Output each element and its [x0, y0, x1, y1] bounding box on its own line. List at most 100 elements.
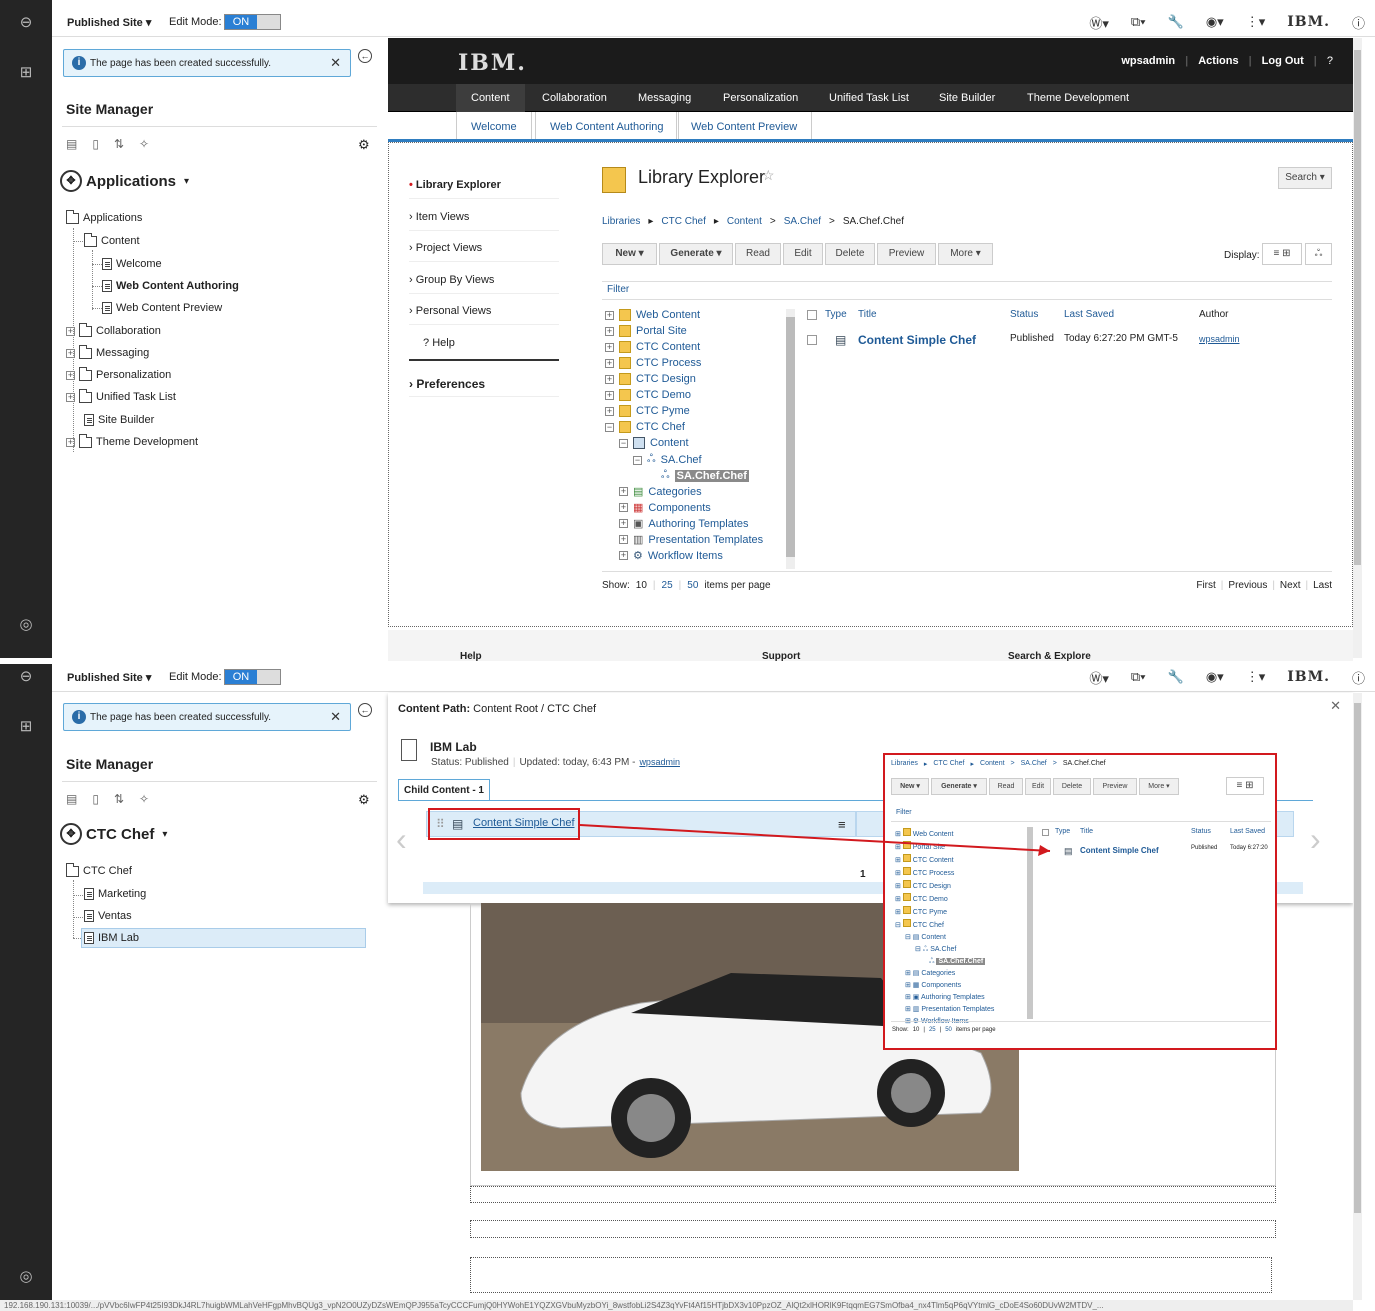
tree-item-unified-task-list[interactable]: + Unified Task List — [66, 388, 176, 403]
ctc-chef-heading[interactable]: ✥ CTC Chef ▾ — [60, 823, 167, 845]
tree-item-site-builder[interactable]: Site Builder — [84, 414, 154, 426]
tree-content[interactable]: − Content — [619, 437, 689, 449]
next-link[interactable]: Next — [1280, 580, 1301, 591]
add-page-icon[interactable]: ⊞ — [17, 718, 35, 736]
tree-item-collaboration[interactable]: + Collaboration — [66, 322, 161, 337]
tab-web-content-authoring[interactable]: Web Content Authoring — [535, 112, 679, 139]
close-icon[interactable]: ✕ — [330, 55, 341, 71]
tab-web-content-preview[interactable]: Web Content Preview — [676, 112, 813, 139]
move-icon[interactable]: ⇅ — [114, 137, 124, 151]
info-icon[interactable]: ⓘ — [1352, 668, 1365, 687]
tree-item-ibm-lab[interactable]: IBM Lab — [84, 932, 139, 944]
col-type[interactable]: Type — [825, 309, 847, 320]
search-button[interactable]: Search ▾ — [1278, 167, 1332, 189]
tree-sa-chef[interactable]: − ஃ SA.Chef — [633, 453, 702, 467]
tree-sa-chef-chef[interactable]: ஃ SA.Chef.Chef — [661, 469, 749, 483]
tree-ctc-chef[interactable]: − CTC Chef — [605, 421, 685, 433]
tree-item-ventas[interactable]: Ventas — [84, 910, 132, 922]
col-last-saved[interactable]: Last Saved — [1064, 309, 1114, 320]
nav-item-views[interactable]: › Item Views — [409, 201, 559, 231]
tree-item-content[interactable]: Content — [84, 232, 140, 247]
tree-scrollbar[interactable] — [786, 309, 795, 569]
nav-personalization[interactable]: Personalization — [723, 92, 798, 104]
page-scrollbar-bottom[interactable] — [1353, 693, 1362, 1300]
display-tree-toggle[interactable]: ஃ — [1305, 243, 1332, 265]
published-site-menu[interactable]: Published Site ▾ — [67, 16, 151, 29]
tree-web-content[interactable]: + Web Content — [605, 309, 700, 321]
settings-icon[interactable]: ⚙ — [358, 792, 370, 808]
tree-item-theme-development[interactable]: + Theme Development — [66, 433, 198, 448]
tree-ctc-content[interactable]: + CTC Content — [605, 341, 700, 353]
row-checkbox[interactable] — [807, 335, 817, 345]
expand-icon[interactable]: + — [66, 370, 75, 380]
wrench-icon[interactable]: 🔧 — [1168, 669, 1184, 685]
last-link[interactable]: Last — [1313, 580, 1332, 591]
tree-item-web-content-authoring[interactable]: Web Content Authoring — [102, 280, 239, 292]
edit-mode-toggle[interactable]: ON — [224, 14, 281, 30]
scroll-thumb[interactable] — [786, 317, 795, 557]
tree-item-web-content-preview[interactable]: Web Content Preview — [102, 302, 222, 314]
tree-presentation-templates[interactable]: + ▥ Presentation Templates — [619, 533, 763, 546]
nav-unified-task-list[interactable]: Unified Task List — [829, 92, 909, 104]
more-icon[interactable]: ⋮▾ — [1246, 14, 1266, 30]
row-author-link[interactable]: wpsadmin — [1199, 334, 1240, 344]
updated-user-link[interactable]: wpsadmin — [639, 757, 680, 768]
new-button[interactable]: New ▾ — [602, 243, 657, 265]
crumb-libraries[interactable]: Libraries — [602, 216, 640, 227]
more-icon[interactable]: ⋮▾ — [1246, 669, 1266, 685]
page-size-25[interactable]: 25 — [662, 580, 673, 591]
tree-components[interactable]: + ▦ Components — [619, 501, 711, 514]
previous-link[interactable]: Previous — [1228, 580, 1267, 591]
tree-ctc-pyme[interactable]: + CTC Pyme — [605, 405, 690, 417]
published-site-menu[interactable]: Published Site ▾ — [67, 671, 151, 684]
edit-mode-toggle[interactable]: ON — [224, 669, 281, 685]
row-title-link[interactable]: Content Simple Chef — [858, 333, 976, 347]
col-status[interactable]: Status — [1010, 309, 1038, 320]
nav-library-explorer[interactable]: • Library Explorer — [409, 169, 559, 199]
nav-help[interactable]: ? Help — [409, 327, 559, 361]
tree-item-messaging[interactable]: + Messaging — [66, 344, 149, 359]
sparkle-icon[interactable]: ✧ — [139, 792, 149, 806]
nav-content[interactable]: Content — [456, 84, 525, 112]
new-item-icon[interactable]: ▯ — [92, 137, 99, 151]
logout-link[interactable]: Log Out — [1262, 55, 1304, 67]
scroll-thumb[interactable] — [1354, 50, 1361, 565]
nav-theme-development[interactable]: Theme Development — [1027, 92, 1129, 104]
expand-icon[interactable]: + — [66, 392, 75, 402]
info-icon[interactable]: ⓘ — [1352, 13, 1365, 32]
next-arrow-icon[interactable]: › — [1310, 821, 1321, 858]
nav-project-views[interactable]: › Project Views — [409, 232, 559, 262]
page-size-50[interactable]: 50 — [687, 580, 698, 591]
tree-item-welcome[interactable]: Welcome — [102, 258, 162, 270]
nav-messaging[interactable]: Messaging — [638, 92, 691, 104]
tree-ctc-process[interactable]: + CTC Process — [605, 357, 701, 369]
crumb-sa-chef[interactable]: SA.Chef — [784, 216, 821, 227]
more-button[interactable]: More ▾ — [938, 243, 993, 265]
nav-collaboration[interactable]: Collaboration — [542, 92, 607, 104]
layout-icon[interactable]: ⧉▾ — [1131, 14, 1146, 30]
col-title[interactable]: Title — [858, 309, 877, 320]
layout-icon[interactable]: ⧉▾ — [1131, 669, 1146, 685]
expand-icon[interactable]: + — [66, 437, 75, 447]
first-link[interactable]: First — [1196, 580, 1215, 591]
tree-ctc-design[interactable]: + CTC Design — [605, 373, 696, 385]
view-icon[interactable]: ◉▾ — [1206, 669, 1224, 685]
help-ring-icon[interactable]: ◎ — [17, 616, 35, 634]
tree-categories[interactable]: + ▤ Categories — [619, 485, 702, 498]
applications-heading[interactable]: ✥ Applications ▾ — [60, 170, 189, 192]
tree-authoring-templates[interactable]: + ▣ Authoring Templates — [619, 517, 749, 530]
scroll-thumb[interactable] — [1354, 703, 1361, 1213]
star-icon[interactable]: ☆ — [762, 167, 775, 184]
new-page-icon[interactable]: ▤ — [66, 137, 77, 151]
display-list-toggle[interactable]: ≡ ⊞ — [1262, 243, 1302, 265]
nav-site-builder[interactable]: Site Builder — [939, 92, 995, 104]
expand-icon[interactable]: + — [66, 348, 75, 358]
edit-button[interactable]: Edit — [783, 243, 823, 265]
new-item-icon[interactable]: ▯ — [92, 792, 99, 806]
close-icon[interactable]: ✕ — [1330, 698, 1341, 714]
tree-item-marketing[interactable]: Marketing — [84, 888, 146, 900]
preview-button[interactable]: Preview — [877, 243, 936, 265]
nav-personal-views[interactable]: › Personal Views — [409, 295, 559, 325]
add-page-icon[interactable]: ⊞ — [17, 64, 35, 82]
expand-icon[interactable]: + — [66, 326, 75, 336]
